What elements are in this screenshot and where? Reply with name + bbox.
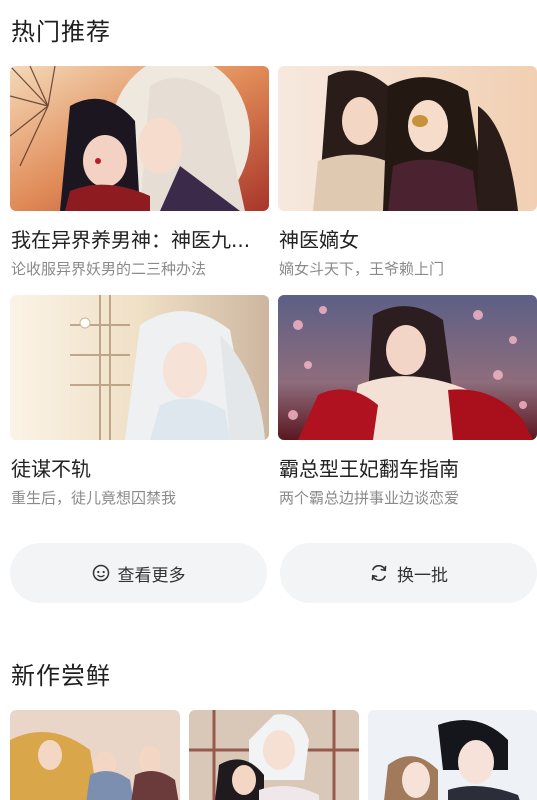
section-title-new: 新作尝鲜: [11, 662, 111, 690]
comic-cover: [10, 66, 269, 211]
comic-subtitle: 重生后，徒儿竟想囚禁我: [11, 489, 177, 507]
comic-cover[interactable]: [368, 710, 537, 800]
see-more-label: 查看更多: [117, 565, 186, 586]
comic-subtitle: 论收服异界妖男的二三种办法: [11, 260, 207, 278]
comic-subtitle: 嫡女斗天下，王爷赖上门: [279, 260, 445, 278]
new-works-row: [10, 710, 537, 800]
comic-cover: [10, 295, 269, 440]
comic-title: 我在异界养男神：神医九...: [11, 228, 251, 252]
comic-card[interactable]: 徒谋不轨 重生后，徒儿竟想囚禁我: [10, 295, 269, 524]
comic-cover[interactable]: [189, 710, 359, 800]
comic-card[interactable]: 霸总型王妃翻车指南 两个霸总边拼事业边谈恋爱: [278, 295, 537, 524]
comic-card[interactable]: 我在异界养男神：神医九... 论收服异界妖男的二三种办法: [10, 66, 269, 295]
comic-subtitle: 两个霸总边拼事业边谈恋爱: [279, 489, 460, 507]
hot-recommend-grid: 我在异界养男神：神医九... 论收服异界妖男的二三种办法 神医嫡女 嫡女斗天下，…: [10, 66, 537, 524]
see-more-button[interactable]: 查看更多: [10, 543, 267, 603]
refresh-batch-label: 换一批: [397, 565, 448, 586]
comic-title: 霸总型王妃翻车指南: [279, 457, 459, 481]
comic-cover: [278, 66, 537, 211]
comic-card[interactable]: 神医嫡女 嫡女斗天下，王爷赖上门: [278, 66, 537, 295]
comic-cover[interactable]: [10, 710, 180, 800]
smile-icon: [92, 564, 110, 582]
comic-cover: [278, 295, 537, 440]
comic-title: 神医嫡女: [279, 228, 359, 252]
comic-title: 徒谋不轨: [11, 457, 91, 481]
refresh-icon: [369, 563, 389, 583]
refresh-batch-button[interactable]: 换一批: [280, 543, 537, 603]
section-title-hot: 热门推荐: [11, 18, 111, 46]
